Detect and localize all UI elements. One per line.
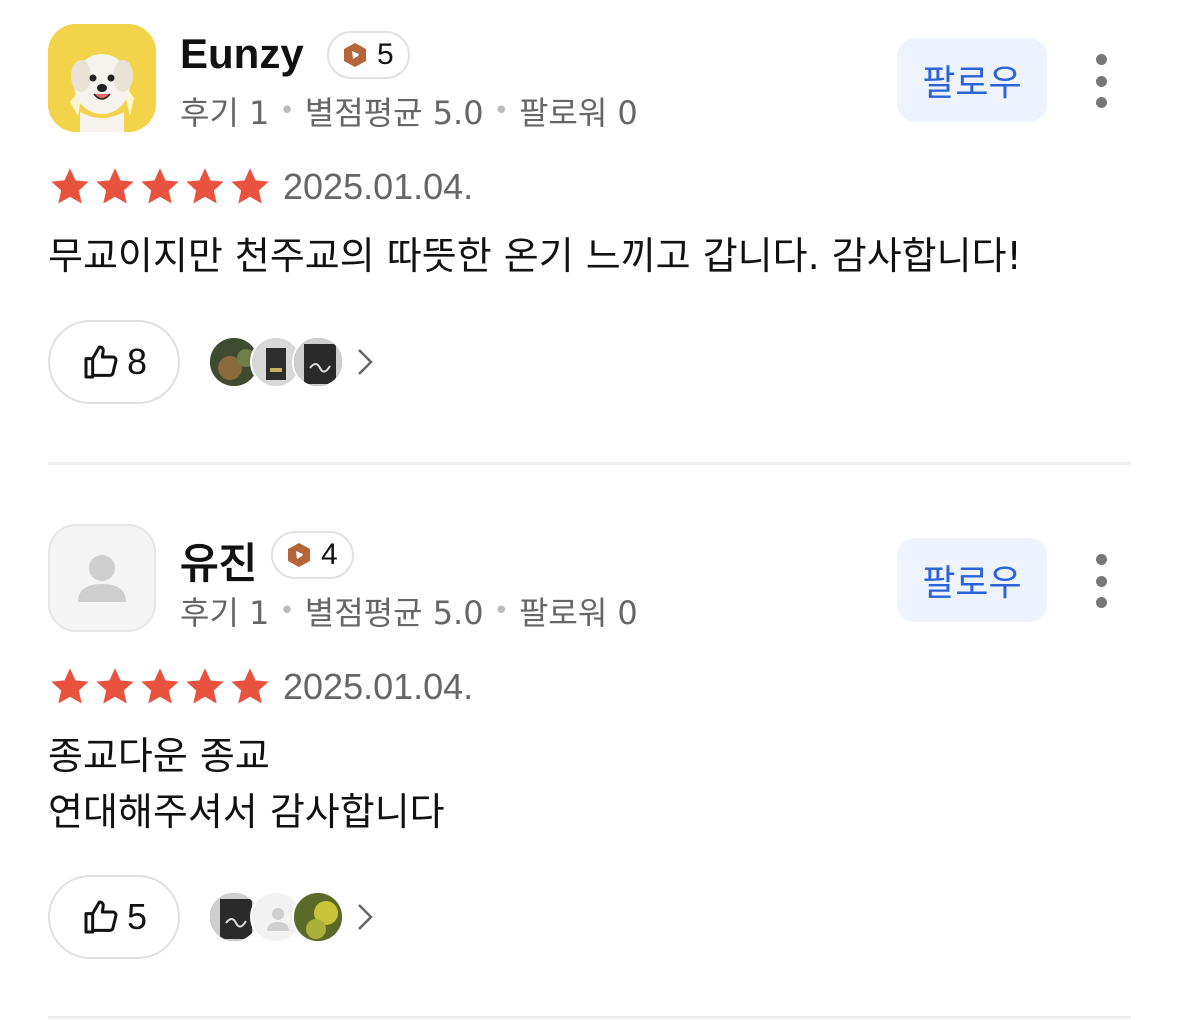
default-user-icon (78, 555, 126, 602)
liker-thumbnail (292, 891, 344, 943)
review-text: 종교다운 종교 연대해주셔서 감사합니다 (48, 734, 445, 834)
follow-button[interactable]: 팔로우 (897, 38, 1047, 122)
avatar[interactable] (48, 524, 156, 632)
star-icon (141, 168, 179, 204)
follower-count: 팔로워 0 (518, 594, 638, 632)
average-rating: 별점평균 5.0 (304, 94, 484, 132)
star-icon (96, 668, 134, 704)
star-icon (186, 168, 224, 204)
like-button[interactable]: 5 (48, 875, 180, 959)
star-icon (51, 668, 89, 704)
review-item: 유진 4 후기 1 • 별점평균 5.0 • 팔로워 0 팔로우 2025.01… (0, 500, 1179, 1020)
like-button[interactable]: 8 (48, 320, 180, 404)
separator-dot: • (279, 96, 295, 126)
level-number: 4 (321, 538, 338, 571)
review-count: 후기 1 (180, 94, 270, 132)
star-icon (141, 668, 179, 704)
liker-thumbnail (292, 336, 344, 388)
separator-dot: • (493, 96, 509, 126)
dog-avatar-icon (48, 24, 156, 132)
username[interactable]: Eunzy (180, 30, 304, 78)
user-stats: 후기 1 • 별점평균 5.0 • 팔로워 0 (180, 88, 638, 134)
thumbs-up-icon (84, 900, 118, 934)
avatar[interactable] (48, 24, 156, 132)
like-count: 8 (126, 341, 148, 382)
liked-users-thumbnails[interactable] (208, 336, 374, 388)
review-text: 무교이지만 천주교의 따뜻한 온기 느끼고 갑니다. 감사합니다! (48, 234, 1022, 278)
level-number: 5 (377, 38, 394, 71)
more-vertical-icon[interactable] (1084, 54, 1118, 108)
thumbs-up-icon (84, 345, 118, 379)
star-icon (96, 168, 134, 204)
level-badge-icon (288, 543, 310, 567)
star-icon (231, 668, 269, 704)
follower-count: 팔로워 0 (518, 94, 638, 132)
star-rating (48, 665, 273, 709)
chevron-right-icon (358, 904, 373, 930)
liked-users-thumbnails[interactable] (208, 891, 374, 943)
user-stats: 후기 1 • 별점평균 5.0 • 팔로워 0 (180, 588, 638, 634)
separator-dot: • (493, 596, 509, 626)
average-rating: 별점평균 5.0 (304, 594, 484, 632)
star-icon (186, 668, 224, 704)
review-date: 2025.01.04. (283, 666, 474, 707)
divider (48, 462, 1131, 465)
level-badge: 5 (327, 31, 410, 79)
username[interactable]: 유진 (180, 530, 257, 591)
star-icon (51, 168, 89, 204)
level-badge: 4 (271, 531, 354, 579)
review-date: 2025.01.04. (283, 166, 474, 207)
divider (48, 1016, 1131, 1019)
chevron-right-icon (358, 349, 373, 375)
separator-dot: • (279, 596, 295, 626)
more-vertical-icon[interactable] (1084, 554, 1118, 608)
like-count: 5 (126, 896, 148, 937)
review-item: Eunzy 5 후기 1 • 별점평균 5.0 • 팔로워 0 팔로우 2025… (0, 0, 1179, 465)
level-badge-icon (344, 43, 366, 67)
rating-row: 2025.01.04. (48, 665, 473, 709)
rating-row: 2025.01.04. (48, 165, 473, 209)
star-icon (231, 168, 269, 204)
review-count: 후기 1 (180, 594, 270, 632)
star-rating (48, 165, 273, 209)
follow-button[interactable]: 팔로우 (897, 538, 1047, 622)
